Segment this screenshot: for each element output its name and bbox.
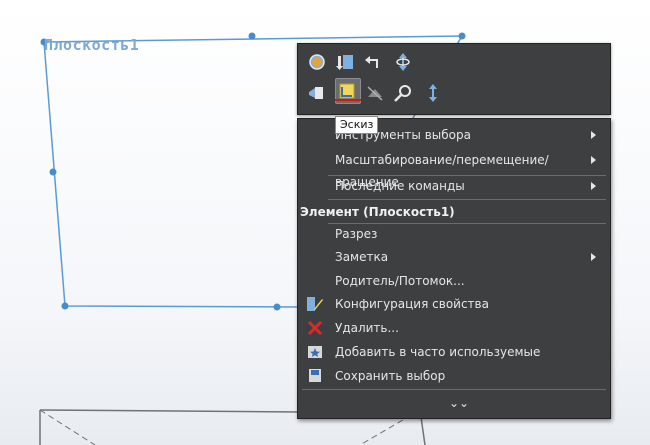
zoom-button[interactable] [390, 80, 416, 106]
submenu-arrow-icon [591, 253, 596, 261]
menu-item-recent-commands[interactable]: Последние команды [298, 175, 610, 197]
normal-to-icon [429, 84, 437, 102]
delete-icon [307, 320, 323, 336]
menu-item-parent-child[interactable]: Родитель/Потомок... [298, 270, 610, 292]
plane-handle [273, 303, 281, 311]
plane-handle [248, 32, 256, 40]
hide-button[interactable] [362, 80, 388, 106]
move-icon [396, 53, 410, 71]
submenu-arrow-icon [591, 182, 596, 190]
rotate-view-icon [309, 54, 325, 70]
active-tool-underline [335, 99, 361, 101]
menu-section-title: Элемент (Плоскость1) [300, 205, 455, 219]
plane-handle [61, 302, 69, 310]
rotate-view-button[interactable] [304, 49, 330, 75]
menu-item-note[interactable]: Заметка [298, 246, 610, 268]
move-button[interactable] [390, 49, 416, 75]
zoom-icon [394, 85, 411, 102]
edit-feature-button[interactable] [332, 49, 358, 75]
normal-to-button[interactable] [420, 80, 446, 106]
menu-item-configure-feature[interactable]: Конфигурация свойства [298, 293, 610, 315]
menu-separator [328, 199, 606, 200]
plane-handle [458, 32, 466, 40]
configure-feature-icon [307, 297, 323, 311]
plane-handle [49, 168, 57, 176]
menu-item-add-to-favorites[interactable]: Добавить в часто используемые [298, 341, 610, 363]
menu-item-section[interactable]: Разрез [298, 223, 610, 245]
edit-feature-icon [336, 55, 353, 70]
plane-name-label[interactable]: Плоскость1 [44, 36, 139, 54]
undo-button[interactable] [360, 49, 386, 75]
expand-menu-chevron-icon[interactable]: ⌄⌄ [449, 396, 469, 410]
sketch-icon [339, 83, 355, 99]
menu-item-save-selection[interactable]: Сохранить выбор [298, 365, 610, 387]
favorites-icon [308, 346, 322, 358]
context-toolbar [297, 43, 611, 115]
tooltip: Эскиз [335, 116, 379, 134]
submenu-arrow-icon [591, 131, 596, 139]
menu-separator [302, 389, 606, 390]
undo-arrow-icon [365, 56, 378, 68]
save-selection-icon [309, 369, 321, 382]
sketch-view-button[interactable] [304, 80, 330, 106]
menu-item-delete[interactable]: Удалить... [298, 317, 610, 339]
sketch-view-icon [309, 87, 323, 99]
context-menu: Инструменты выбора Масштабирование/перем… [297, 118, 611, 419]
menu-item-zoom-pan-rotate[interactable]: Масштабирование/перемещение/вращение [298, 149, 610, 189]
hide-icon [367, 86, 383, 101]
submenu-arrow-icon [591, 156, 596, 164]
